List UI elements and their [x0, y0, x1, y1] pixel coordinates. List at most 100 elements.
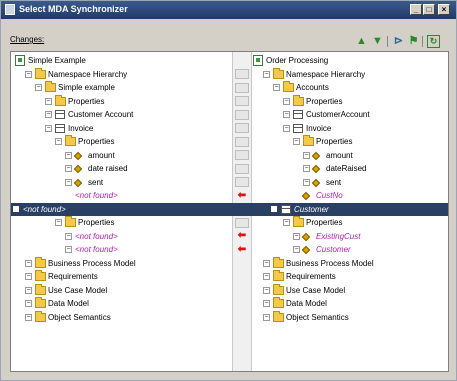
tree-expander-icon[interactable]: −: [55, 138, 62, 145]
minimize-button[interactable]: _: [410, 4, 422, 15]
tree-expander-icon[interactable]: −: [263, 286, 270, 294]
tree-row[interactable]: − Customer Account − CustomerAccount: [11, 108, 448, 121]
right-tree-label: dateRaised: [326, 164, 367, 173]
tree-expander-icon[interactable]: −: [25, 313, 32, 321]
right-tree-label: ExistingCust: [316, 231, 361, 241]
class-icon: [281, 204, 291, 214]
tree-expander-icon[interactable]: −: [263, 259, 270, 267]
arrow-up-icon[interactable]: ▲: [355, 35, 368, 48]
maximize-button[interactable]: □: [423, 4, 435, 15]
right-tree-label: Properties: [306, 218, 343, 227]
tree-expander-icon[interactable]: −: [65, 178, 72, 186]
tree-row[interactable]: − Data Model − Data Model: [11, 297, 448, 310]
selected-node-marker: [13, 205, 19, 212]
model-icon: [15, 55, 25, 66]
tree-expander-icon[interactable]: −: [303, 151, 310, 159]
right-tree-label: Properties: [316, 137, 353, 146]
folder-icon: [283, 81, 294, 92]
folder-icon: [35, 256, 46, 268]
attribute-icon: [73, 164, 83, 174]
tree-row[interactable]: − Use Case Model − Use Case Model: [11, 283, 448, 297]
attribute-icon: [311, 151, 321, 160]
right-tree-label: Invoice: [306, 123, 332, 133]
tree-row[interactable]: − sent − sent: [11, 176, 448, 189]
tree-expander-icon[interactable]: −: [283, 111, 290, 118]
left-tree-label: date raised: [88, 164, 128, 173]
tree-row[interactable]: − Properties − Properties: [11, 94, 448, 108]
title-bar[interactable]: Select MDA Synchronizer _ □ ×: [1, 1, 456, 19]
class-icon: [293, 110, 303, 119]
attribute-icon: [301, 232, 311, 241]
close-button[interactable]: ×: [438, 4, 450, 15]
changes-tree-panel[interactable]: ⬅⬅⬅⬅ Simple ExampleOrder Processing−Name…: [10, 51, 449, 372]
right-tree-label: amount: [326, 150, 353, 160]
folder-icon: [35, 310, 46, 322]
left-tree-label: <not found>: [75, 231, 118, 241]
selected-node-marker: [271, 205, 277, 212]
tree-expander-icon[interactable]: −: [283, 124, 290, 132]
tree-row[interactable]: Simple Example Order Processing: [11, 54, 448, 67]
tree-expander-icon[interactable]: −: [293, 232, 300, 240]
tree-expander-icon[interactable]: −: [293, 246, 300, 253]
tree-expander-icon[interactable]: −: [25, 259, 32, 267]
tree-expander-icon[interactable]: −: [55, 219, 62, 226]
folder-icon: [45, 81, 56, 92]
select-mda-synchronizer-window: Select MDA Synchronizer _ □ × Changes: ▲…: [0, 0, 457, 381]
folder-icon: [273, 67, 284, 79]
tree-row[interactable]: − Simple example − Accounts: [11, 81, 448, 94]
tree-expander-icon[interactable]: −: [25, 70, 32, 78]
tree-expander-icon[interactable]: −: [25, 273, 32, 280]
tree-row[interactable]: − <not found> − ExistingCust: [11, 230, 448, 243]
tree-expander-icon[interactable]: −: [65, 165, 72, 172]
tree-expander-icon[interactable]: −: [65, 232, 72, 240]
tree-expander-icon[interactable]: −: [303, 178, 310, 186]
right-tree-label: Order Processing: [266, 56, 329, 65]
tree-expander-icon[interactable]: −: [25, 300, 32, 307]
tree-row[interactable]: − Object Semantics − Object Semantics: [11, 310, 448, 324]
left-tree-label: Object Semantics: [48, 312, 111, 322]
flag-icon[interactable]: ⚑: [407, 35, 420, 48]
refresh-icon[interactable]: ↻: [427, 35, 440, 48]
right-tree-label: sent: [326, 177, 342, 187]
tree-expander-icon[interactable]: −: [45, 111, 52, 118]
tree-expander-icon[interactable]: −: [25, 286, 32, 294]
tree-row[interactable]: − <not found> − Customer: [11, 243, 448, 256]
tree-expander-icon[interactable]: −: [263, 273, 270, 280]
tree-row[interactable]: − date raised − dateRaised: [11, 162, 448, 175]
tree-row[interactable]: <not found> CustNo: [11, 189, 448, 202]
tree-row[interactable]: − Properties − Properties: [11, 135, 448, 148]
tree-expander-icon[interactable]: −: [65, 246, 72, 253]
tree-row[interactable]: <not found> Customer: [11, 202, 448, 216]
filter-icon[interactable]: ⊳: [392, 35, 405, 48]
tree-expander-icon[interactable]: −: [263, 70, 270, 78]
tree-expander-icon[interactable]: −: [263, 300, 270, 307]
folder-icon: [273, 283, 284, 295]
tree-expander-icon[interactable]: −: [35, 84, 42, 91]
class-icon: [55, 110, 65, 119]
tree-row[interactable]: − amount − amount: [11, 149, 448, 162]
tree-row[interactable]: − Business Process Model − Business Process…: [11, 256, 448, 270]
tree-expander-icon[interactable]: −: [303, 165, 310, 172]
left-tree-label: Simple example: [58, 83, 115, 92]
left-tree-label: sent: [88, 177, 104, 187]
tree-expander-icon[interactable]: −: [45, 124, 52, 132]
folder-icon: [303, 135, 314, 146]
left-tree-label: Simple Example: [28, 56, 86, 65]
tree-expander-icon[interactable]: −: [45, 97, 52, 105]
tree-row[interactable]: − Requirements − Requirements: [11, 270, 448, 283]
tree-expander-icon[interactable]: −: [283, 97, 290, 105]
left-tree-label: Properties: [78, 137, 115, 146]
tree-expander-icon[interactable]: −: [263, 313, 270, 321]
class-icon: [293, 123, 303, 133]
right-tree-label: Requirements: [286, 272, 336, 281]
tree-row[interactable]: − Invoice − Invoice: [11, 122, 448, 135]
tree-expander-icon[interactable]: −: [293, 138, 300, 145]
tree-row[interactable]: − Namespace Hierarchy − Namespace Hierarchy: [11, 67, 448, 81]
right-tree-label: CustomerAccount: [306, 110, 370, 119]
right-tree-label: Namespace Hierarchy: [286, 69, 366, 79]
tree-expander-icon[interactable]: −: [273, 84, 280, 91]
tree-expander-icon[interactable]: −: [283, 219, 290, 226]
tree-row[interactable]: − Properties − Properties: [11, 216, 448, 229]
arrow-down-icon[interactable]: ▼: [371, 35, 384, 48]
tree-expander-icon[interactable]: −: [65, 151, 72, 159]
